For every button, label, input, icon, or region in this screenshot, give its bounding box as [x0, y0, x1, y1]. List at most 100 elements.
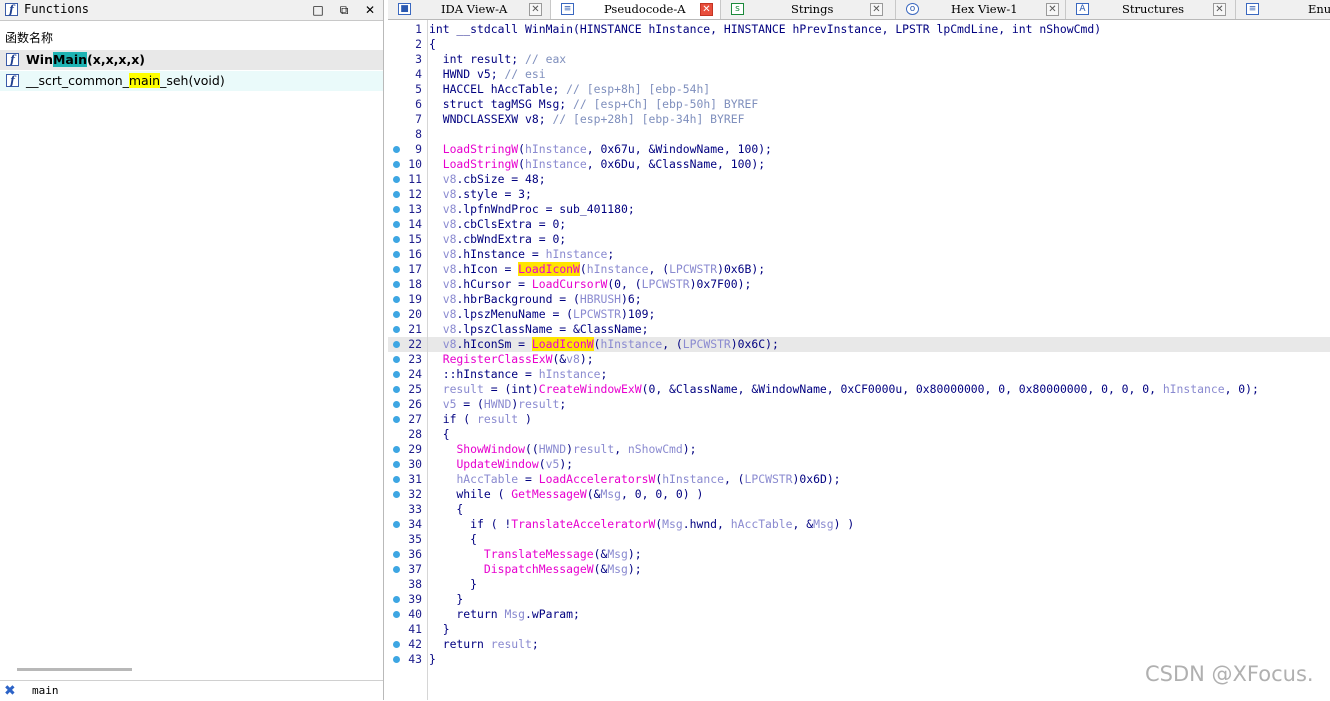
code-line[interactable]: 30 UpdateWindow(v5); [388, 457, 1330, 472]
code-line[interactable]: 2{ [388, 37, 1330, 52]
tab-ida-view-a[interactable]: ■ IDA View-A ✕ [388, 0, 551, 19]
code-line[interactable]: 11 v8.cbSize = 48; [388, 172, 1330, 187]
code-token: { [429, 37, 436, 51]
code-token: HWND [538, 442, 567, 456]
line-number: 32 [408, 487, 422, 501]
code-token: LPCWSTR [641, 277, 690, 291]
code-text: v8.lpszClassName = &ClassName; [429, 322, 649, 337]
code-text: } [429, 652, 436, 667]
code-token: LPCWSTR [682, 337, 731, 351]
code-token: ); [579, 352, 594, 366]
tab-close-icon[interactable]: ✕ [700, 3, 713, 16]
tab-close-icon[interactable]: ✕ [1046, 3, 1059, 16]
code-line[interactable]: 40 return Msg.wParam; [388, 607, 1330, 622]
tab-hex-view-1[interactable]: o Hex View-1 ✕ [896, 0, 1066, 19]
code-line[interactable]: 22 v8.hIconSm = LoadIconW(hInstance, (LP… [388, 337, 1330, 352]
line-number: 18 [408, 277, 422, 291]
code-line[interactable]: 31 hAccTable = LoadAcceleratorsW(hInstan… [388, 472, 1330, 487]
function-icon: f [6, 53, 19, 66]
tab-enums[interactable]: ≡ Enum [1236, 0, 1330, 19]
code-line[interactable]: 34 if ( !TranslateAcceleratorW(Msg.hwnd,… [388, 517, 1330, 532]
code-token: ) [518, 412, 532, 426]
code-line[interactable]: 10 LoadStringW(hInstance, 0x6Du, &ClassN… [388, 157, 1330, 172]
code-token: .lpszMenuName = ( [456, 307, 574, 321]
code-token: ; [531, 637, 539, 651]
code-text: RegisterClassExW(&v8); [429, 352, 594, 367]
code-line[interactable]: 7 WNDCLASSEXW v8; // [esp+28h] [ebp-34h]… [388, 112, 1330, 127]
code-token: hInstance [525, 142, 587, 156]
code-token: Msg [600, 487, 622, 501]
tab-close-icon[interactable]: ✕ [1213, 3, 1226, 16]
code-token: ); [682, 442, 697, 456]
tab-strings[interactable]: s Strings ✕ [721, 0, 896, 19]
code-line[interactable]: 18 v8.hCursor = LoadCursorW(0, (LPCWSTR)… [388, 277, 1330, 292]
tab-close-icon[interactable]: ✕ [870, 3, 883, 16]
code-line[interactable]: 29 ShowWindow((HWND)result, nShowCmd); [388, 442, 1330, 457]
close-icon[interactable]: ✕ [362, 2, 378, 18]
code-line[interactable]: 21 v8.lpszClassName = &ClassName; [388, 322, 1330, 337]
code-line[interactable]: 37 DispatchMessageW(&Msg); [388, 562, 1330, 577]
function-row-scrt-common-main-seh[interactable]: f __scrt_common_main_seh(void) [0, 71, 383, 91]
code-text: v8.hInstance = hInstance; [429, 247, 614, 262]
code-line[interactable]: 16 v8.hInstance = hInstance; [388, 247, 1330, 262]
function-name-column-header[interactable]: 函数名称 [0, 28, 388, 48]
code-line[interactable]: 4 HWND v5; // esi [388, 67, 1330, 82]
code-line[interactable]: 3 int result; // eax [388, 52, 1330, 67]
code-token: v8 [442, 337, 457, 351]
line-number: 28 [408, 427, 422, 441]
line-number: 31 [408, 472, 422, 486]
code-line[interactable]: 8 [388, 127, 1330, 142]
code-line[interactable]: 41 } [388, 622, 1330, 637]
code-token: = (int) [483, 382, 539, 396]
code-line[interactable]: 9 LoadStringW(hInstance, 0x67u, &WindowN… [388, 142, 1330, 157]
code-line[interactable]: 39 } [388, 592, 1330, 607]
code-line[interactable]: 20 v8.lpszMenuName = (LPCWSTR)109; [388, 307, 1330, 322]
horizontal-scrollbar[interactable] [17, 668, 132, 671]
quick-filter-input[interactable]: main [32, 684, 59, 697]
code-text: if ( !TranslateAcceleratorW(Msg.hwnd, hA… [429, 517, 854, 532]
code-line[interactable]: 33 { [388, 502, 1330, 517]
code-line[interactable]: 36 TranslateMessage(&Msg); [388, 547, 1330, 562]
code-token: = ( [456, 397, 484, 411]
code-line[interactable]: 19 v8.hbrBackground = (HBRUSH)6; [388, 292, 1330, 307]
code-line[interactable]: 38 } [388, 577, 1330, 592]
code-token: hAccTable [730, 517, 793, 531]
code-line[interactable]: 32 while ( GetMessageW(&Msg, 0, 0, 0) ) [388, 487, 1330, 502]
code-text: result = (int)CreateWindowExW(0, &ClassN… [429, 382, 1259, 397]
tab-close-icon[interactable]: ✕ [529, 3, 542, 16]
code-line[interactable]: 13 v8.lpfnWndProc = sub_401180; [388, 202, 1330, 217]
code-token: = [518, 472, 539, 486]
float-window-icon[interactable]: ⧉ [336, 2, 352, 18]
code-line[interactable]: 27 if ( result ) [388, 412, 1330, 427]
code-line[interactable]: 1 int __stdcall WinMain(HINSTANCE hInstan… [388, 22, 1330, 37]
code-line[interactable]: 15 v8.cbWndExtra = 0; [388, 232, 1330, 247]
pseudocode-view[interactable]: 1 int __stdcall WinMain(HINSTANCE hInstan… [388, 20, 1330, 700]
code-line[interactable]: 26 v5 = (HWND)result; [388, 397, 1330, 412]
clear-filter-icon[interactable]: ✖ [4, 683, 16, 699]
code-token: hInstance [600, 337, 663, 351]
code-line[interactable]: 24 ::hInstance = hInstance; [388, 367, 1330, 382]
code-line[interactable]: 12 v8.style = 3; [388, 187, 1330, 202]
code-line[interactable]: 42 return result; [388, 637, 1330, 652]
function-row-winmain[interactable]: f WinMain(x,x,x,x) [0, 50, 383, 70]
code-text: DispatchMessageW(&Msg); [429, 562, 642, 577]
code-line[interactable]: 5 HACCEL hAccTable; // [esp+8h] [ebp-54h… [388, 82, 1330, 97]
code-line[interactable]: 35 { [388, 532, 1330, 547]
code-token: Msg [504, 607, 526, 621]
code-token: CreateWindowExW [538, 382, 642, 396]
code-line[interactable]: 6 struct tagMSG Msg; // [esp+Ch] [ebp-50… [388, 97, 1330, 112]
tab-structures[interactable]: A Structures ✕ [1066, 0, 1236, 19]
code-line[interactable]: 23 RegisterClassExW(&v8); [388, 352, 1330, 367]
minimize-icon[interactable]: □ [310, 2, 326, 18]
quick-filter-bar: ✖ main [0, 680, 383, 701]
code-line[interactable]: 25 result = (int)CreateWindowExW(0, &Cla… [388, 382, 1330, 397]
code-line[interactable]: 28 { [388, 427, 1330, 442]
code-token: while ( [429, 487, 512, 501]
code-line[interactable]: 14 v8.cbClsExtra = 0; [388, 217, 1330, 232]
tab-pseudocode-a[interactable]: ≡ Pseudocode-A ✕ [551, 0, 721, 19]
code-line[interactable]: 17 v8.hIcon = LoadIconW(hInstance, (LPCW… [388, 262, 1330, 277]
